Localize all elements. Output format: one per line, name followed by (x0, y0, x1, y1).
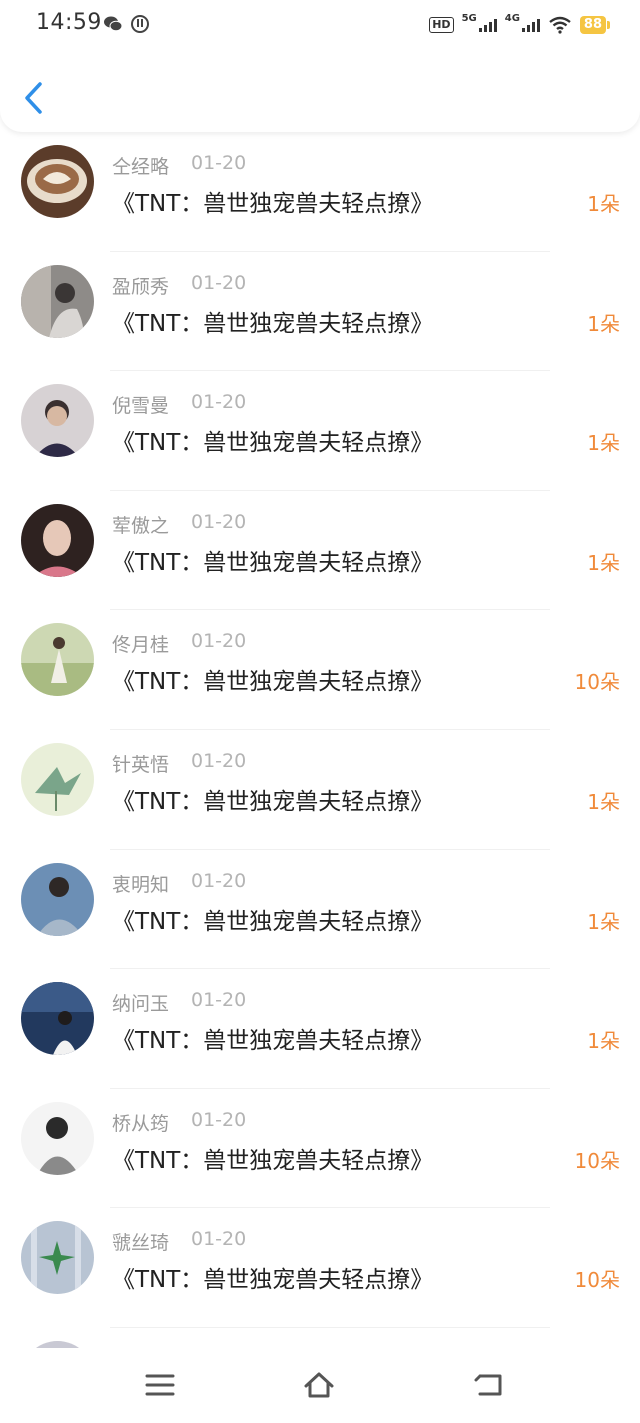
avatar (21, 145, 94, 218)
list-item[interactable]: 桥从筠 01-20 《TNT：兽世独宠兽夫轻点撩》 10朵 (0, 1089, 640, 1209)
list-item[interactable]: 佟月桂 01-20 《TNT：兽世独宠兽夫轻点撩》 10朵 (0, 610, 640, 730)
wifi-icon (549, 16, 571, 34)
signal-icon (478, 18, 497, 32)
user-name: 荤傲之 (112, 514, 170, 537)
system-nav-bar (0, 1348, 640, 1423)
avatar (21, 623, 94, 697)
hd-icon: HD (429, 17, 454, 33)
book-title: 《TNT：兽世独宠兽夫轻点撩》 (112, 549, 434, 576)
gift-amount: 1朵 (587, 192, 620, 216)
user-name: 盈颀秀 (112, 275, 170, 298)
chevron-left-icon (25, 82, 42, 114)
gift-amount: 1朵 (587, 311, 620, 336)
gift-date: 01-20 (191, 869, 247, 892)
gift-amount: 1朵 (587, 909, 620, 934)
gift-date: 01-20 (191, 271, 247, 294)
avatar (21, 384, 94, 458)
book-title: 《TNT：兽世独宠兽夫轻点撩》 (112, 191, 434, 217)
avatar (21, 1221, 94, 1295)
list-item[interactable]: 虢丝琦 01-20 《TNT：兽世独宠兽夫轻点撩》 10朵 (0, 1208, 640, 1328)
gift-amount: 10朵 (574, 1148, 620, 1173)
user-name: 佟月桂 (112, 634, 170, 657)
menu-icon (145, 1374, 175, 1396)
home-button[interactable] (302, 1370, 336, 1400)
menu-button[interactable] (143, 1370, 177, 1400)
user-name: 衷明知 (112, 873, 170, 896)
gift-list: 仝经略 01-20 《TNT：兽世独宠兽夫轻点撩》 1朵 盈颀秀 01-20 《… (0, 132, 640, 1328)
status-time: 14:59 (36, 10, 102, 35)
gift-date: 01-20 (191, 749, 247, 772)
gift-date: 01-20 (191, 1108, 247, 1131)
gift-amount: 1朵 (587, 1029, 620, 1054)
gift-amount: 10朵 (574, 1268, 620, 1293)
gift-date: 01-20 (191, 989, 247, 1012)
book-title: 《TNT：兽世独宠兽夫轻点撩》 (112, 1028, 434, 1055)
list-item[interactable]: 倪雪曼 01-20 《TNT：兽世独宠兽夫轻点撩》 1朵 (0, 371, 640, 491)
book-title: 《TNT：兽世独宠兽夫轻点撩》 (112, 669, 434, 696)
gift-amount: 1朵 (587, 431, 620, 456)
network-5g-label: 5G (461, 12, 477, 24)
user-name: 针英悟 (112, 753, 170, 776)
avatar (21, 264, 94, 338)
back-nav-button[interactable] (472, 1370, 506, 1400)
book-title: 《TNT：兽世独宠兽夫轻点撩》 (112, 1267, 434, 1294)
gift-date: 01-20 (191, 391, 247, 414)
user-name: 纳问玉 (112, 993, 170, 1016)
divider (110, 1326, 550, 1328)
top-bar: 14:59 HD 5G 4G 88 (0, 0, 640, 132)
book-title: 《TNT：兽世独宠兽夫轻点撩》 (112, 788, 434, 815)
user-name: 虢丝琦 (112, 1232, 170, 1255)
list-item[interactable]: 仝经略 01-20 《TNT：兽世独宠兽夫轻点撩》 1朵 (0, 132, 640, 252)
book-title: 《TNT：兽世独宠兽夫轻点撩》 (112, 430, 434, 457)
list-item[interactable]: 针英悟 01-20 《TNT：兽世独宠兽夫轻点撩》 1朵 (0, 730, 640, 850)
home-icon (304, 1372, 334, 1398)
list-item[interactable]: 盈颀秀 01-20 《TNT：兽世独宠兽夫轻点撩》 1朵 (0, 252, 640, 372)
gift-amount: 1朵 (587, 789, 620, 814)
battery-icon: 88 (579, 16, 611, 34)
back-icon (474, 1374, 502, 1396)
gift-date: 01-20 (191, 510, 247, 533)
avatar (21, 982, 94, 1056)
list-item[interactable]: 纳问玉 01-20 《TNT：兽世独宠兽夫轻点撩》 1朵 (0, 969, 640, 1089)
clock-icon (131, 15, 149, 33)
avatar (21, 1101, 94, 1175)
back-button[interactable] (16, 78, 52, 118)
gift-amount: 1朵 (587, 550, 620, 575)
list-item[interactable]: 衷明知 01-20 《TNT：兽世独宠兽夫轻点撩》 1朵 (0, 850, 640, 970)
gift-date: 01-20 (191, 630, 247, 653)
gift-amount: 10朵 (574, 670, 620, 695)
network-4g-label: 4G (504, 12, 520, 24)
status-icons: HD 5G 4G 88 (429, 12, 611, 38)
user-name: 倪雪曼 (112, 395, 170, 418)
gift-date: 01-20 (191, 1228, 247, 1251)
user-name: 仝经略 (112, 156, 170, 178)
signal-icon-2 (521, 18, 540, 32)
avatar (21, 742, 94, 816)
book-title: 《TNT：兽世独宠兽夫轻点撩》 (112, 310, 434, 337)
book-title: 《TNT：兽世独宠兽夫轻点撩》 (112, 1147, 434, 1174)
list-item[interactable]: 荤傲之 01-20 《TNT：兽世独宠兽夫轻点撩》 1朵 (0, 491, 640, 611)
user-name: 桥从筠 (112, 1112, 170, 1135)
avatar (21, 862, 94, 936)
gift-date: 01-20 (191, 152, 247, 174)
avatar (21, 503, 94, 577)
wechat-icon (104, 16, 123, 32)
book-title: 《TNT：兽世独宠兽夫轻点撩》 (112, 908, 434, 935)
